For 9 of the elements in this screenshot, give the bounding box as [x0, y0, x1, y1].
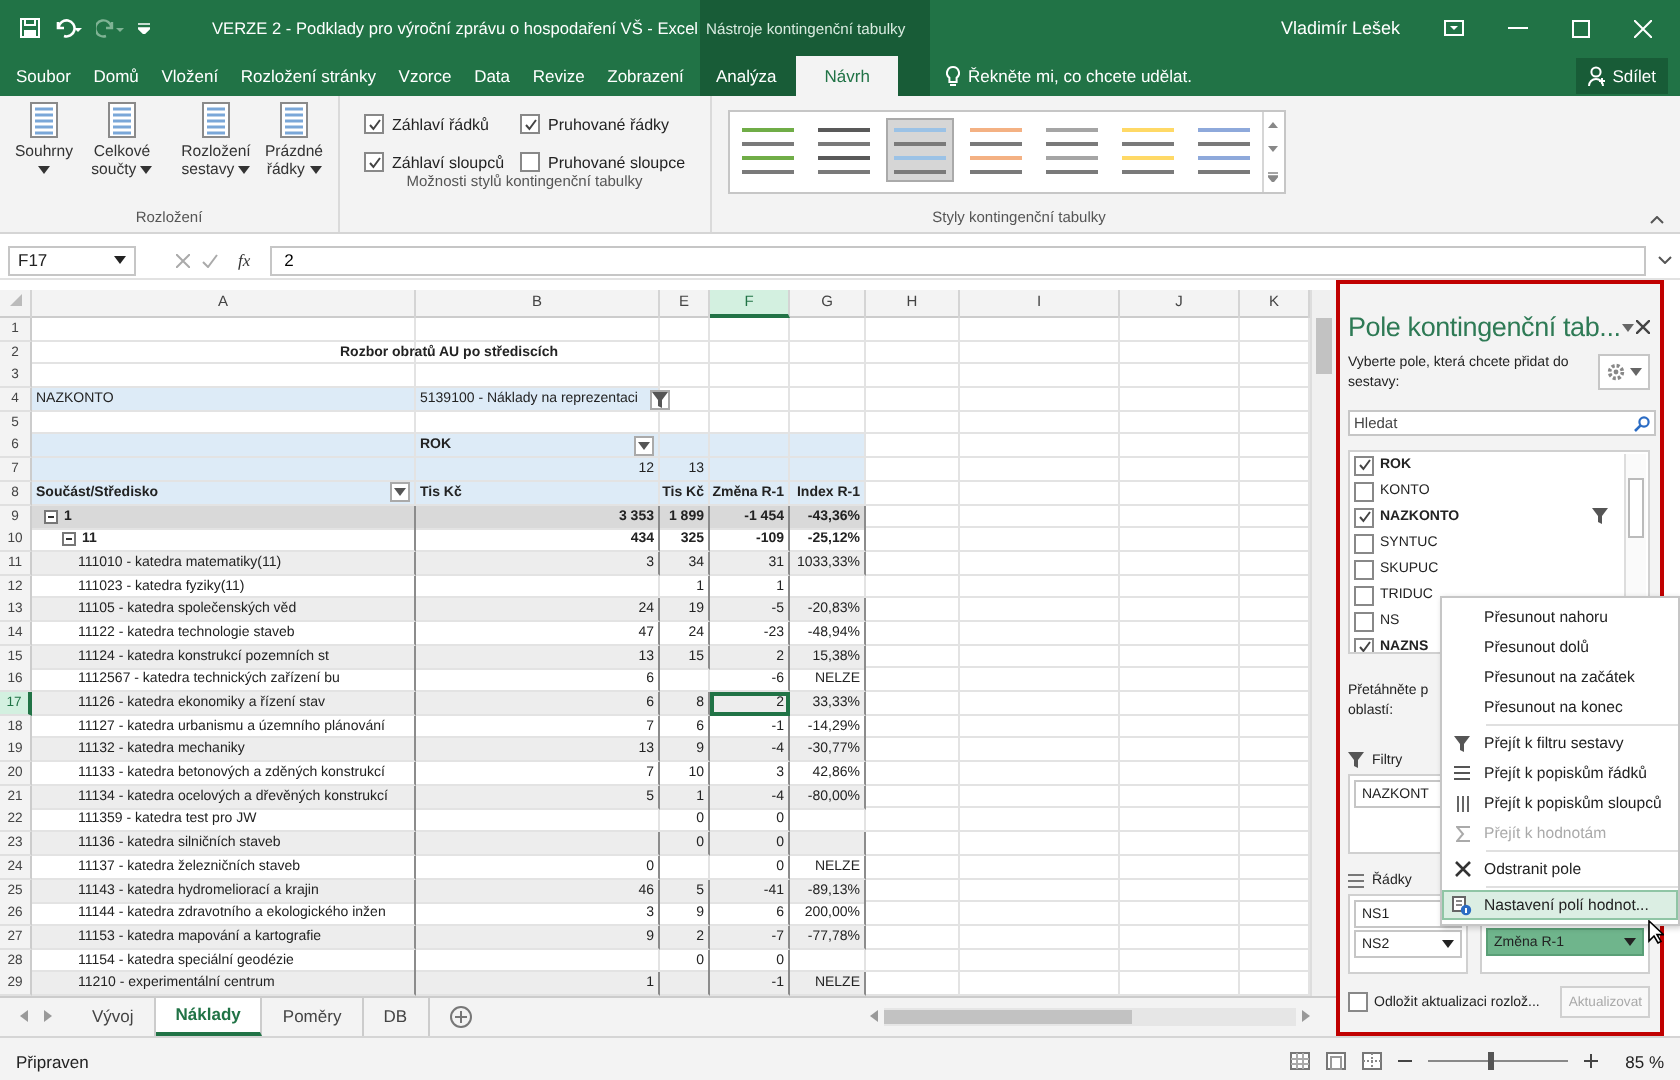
window-title: VERZE 2 - Podklady pro výroční zprávu o hospodaření VŠ - Excel	[212, 18, 699, 38]
user-name: Vladimír Lešek	[1280, 18, 1400, 38]
checkbox-label: Záhlaví řádků	[392, 115, 489, 133]
checkbox-label: Pruhované sloupce	[548, 153, 686, 171]
checkbox-label: Záhlaví sloupců	[392, 153, 505, 171]
checkbox-label: Pruhované řádky	[548, 115, 670, 133]
zoom-level: 85 %	[1625, 1051, 1664, 1071]
panel-title: Pole kontingenční tab...	[1348, 312, 1621, 342]
status-text: Připraven	[16, 1051, 89, 1071]
